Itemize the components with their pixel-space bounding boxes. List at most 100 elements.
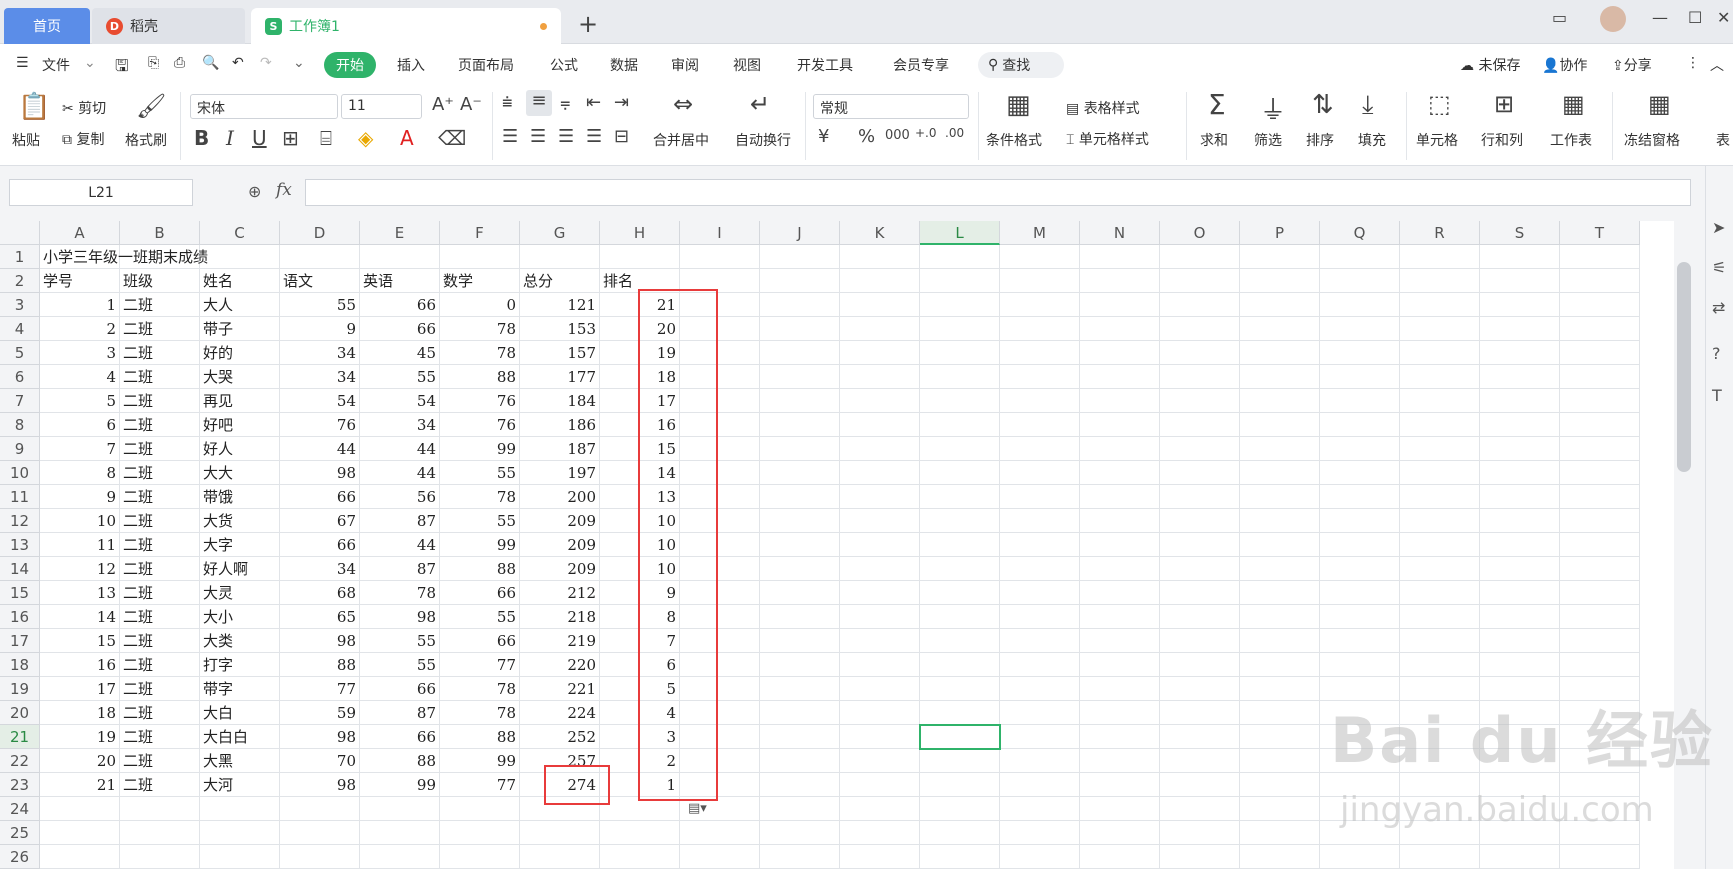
table-cell[interactable]: [1000, 341, 1080, 365]
column-label[interactable]: 数学: [440, 269, 520, 293]
table-cell[interactable]: 34: [280, 557, 360, 581]
table-cell[interactable]: [1320, 509, 1400, 533]
table-cell[interactable]: 98: [280, 773, 360, 797]
table-cell[interactable]: 177: [520, 365, 600, 389]
table-cell[interactable]: [760, 341, 840, 365]
table-cell[interactable]: [1240, 677, 1320, 701]
table-cell[interactable]: [1080, 509, 1160, 533]
table-cell[interactable]: 大白白: [200, 725, 280, 749]
settings-sliders-icon[interactable]: ⚟: [1712, 258, 1726, 277]
table-cell[interactable]: [920, 581, 1000, 605]
table-cell[interactable]: [40, 797, 120, 821]
table-cell[interactable]: [760, 413, 840, 437]
table-cell[interactable]: [1160, 725, 1240, 749]
table-cell[interactable]: 44: [360, 437, 440, 461]
table-cell[interactable]: 34: [280, 365, 360, 389]
minimize-icon[interactable]: —: [1652, 8, 1668, 27]
table-cell[interactable]: [840, 797, 920, 821]
table-cell[interactable]: [1560, 533, 1640, 557]
border-icon[interactable]: ⊞: [282, 126, 299, 150]
table-cell[interactable]: [600, 245, 680, 269]
table-cell[interactable]: 66: [360, 293, 440, 317]
table-cell[interactable]: 66: [440, 581, 520, 605]
table-cell[interactable]: 184: [520, 389, 600, 413]
table-cell[interactable]: 好人啊: [200, 557, 280, 581]
table-cell[interactable]: [1080, 245, 1160, 269]
column-header-h[interactable]: H: [600, 221, 680, 245]
merge-center-button[interactable]: 合并居中: [653, 130, 709, 150]
table-cell[interactable]: [1480, 365, 1560, 389]
table-cell[interactable]: [680, 245, 760, 269]
table-cell[interactable]: [840, 509, 920, 533]
table-cell[interactable]: [1160, 533, 1240, 557]
table-cell[interactable]: 二班: [120, 293, 200, 317]
table-cell[interactable]: [840, 317, 920, 341]
table-cell[interactable]: [1160, 269, 1240, 293]
table-cell[interactable]: [40, 845, 120, 869]
table-cell[interactable]: [1160, 581, 1240, 605]
table-cell[interactable]: 二班: [120, 317, 200, 341]
table-cell[interactable]: [1000, 845, 1080, 869]
fx-icon[interactable]: fx: [276, 180, 292, 200]
column-label[interactable]: 英语: [360, 269, 440, 293]
table-cell[interactable]: 二班: [120, 653, 200, 677]
table-cell[interactable]: [1400, 365, 1480, 389]
table-cell[interactable]: [600, 821, 680, 845]
table-cell[interactable]: 98: [280, 461, 360, 485]
table-cell[interactable]: [1000, 797, 1080, 821]
column-label[interactable]: 语文: [280, 269, 360, 293]
table-cell[interactable]: 9: [280, 317, 360, 341]
table-cell[interactable]: 197: [520, 461, 600, 485]
table-cell[interactable]: 34: [360, 413, 440, 437]
fill-color-icon[interactable]: ◈: [358, 126, 373, 150]
table-cell[interactable]: [840, 293, 920, 317]
table-cell[interactable]: [760, 245, 840, 269]
table-cell[interactable]: [1080, 437, 1160, 461]
table-cell[interactable]: 8: [40, 461, 120, 485]
table-cell[interactable]: [840, 821, 920, 845]
table-cell[interactable]: [1080, 725, 1160, 749]
table-cell[interactable]: [760, 293, 840, 317]
table-cell[interactable]: 78: [440, 677, 520, 701]
table-cell[interactable]: [1480, 437, 1560, 461]
table-cell[interactable]: [1240, 725, 1320, 749]
table-cell[interactable]: [1240, 365, 1320, 389]
table-cell[interactable]: [1080, 341, 1160, 365]
table-cell[interactable]: [760, 533, 840, 557]
table-cell[interactable]: [1480, 581, 1560, 605]
column-header-j[interactable]: J: [760, 221, 840, 245]
transfer-icon[interactable]: ⇄: [1712, 298, 1725, 317]
table-cell[interactable]: [760, 821, 840, 845]
table-cell[interactable]: [1320, 653, 1400, 677]
table-cell[interactable]: 大字: [200, 533, 280, 557]
column-label[interactable]: 姓名: [200, 269, 280, 293]
table-cell[interactable]: [920, 341, 1000, 365]
row-header-15[interactable]: 15: [0, 581, 40, 605]
table-cell[interactable]: 20: [40, 749, 120, 773]
table-cell[interactable]: 55: [440, 461, 520, 485]
column-label[interactable]: 学号: [40, 269, 120, 293]
column-header-b[interactable]: B: [120, 221, 200, 245]
table-cell[interactable]: [1000, 653, 1080, 677]
table-cell[interactable]: [840, 749, 920, 773]
table-cell[interactable]: [1480, 509, 1560, 533]
table-cell[interactable]: [40, 821, 120, 845]
table-cell[interactable]: [1000, 533, 1080, 557]
table-cell[interactable]: [280, 245, 360, 269]
table-cell[interactable]: [1240, 461, 1320, 485]
table-cell[interactable]: [360, 245, 440, 269]
table-cell[interactable]: 212: [520, 581, 600, 605]
table-cell[interactable]: 66: [360, 317, 440, 341]
table-cell[interactable]: 88: [440, 557, 520, 581]
freeze-icon[interactable]: ▦: [1648, 90, 1671, 118]
table-cell[interactable]: [1560, 293, 1640, 317]
fill-button[interactable]: 填充: [1358, 130, 1386, 150]
table-cell[interactable]: 5: [40, 389, 120, 413]
table-cell[interactable]: 二班: [120, 581, 200, 605]
formula-input[interactable]: [305, 179, 1691, 206]
table-cell[interactable]: [1560, 245, 1640, 269]
table-cell[interactable]: [1400, 629, 1480, 653]
table-cell[interactable]: [920, 605, 1000, 629]
align-middle-icon[interactable]: ≡: [526, 90, 552, 116]
table-cell[interactable]: 56: [360, 485, 440, 509]
